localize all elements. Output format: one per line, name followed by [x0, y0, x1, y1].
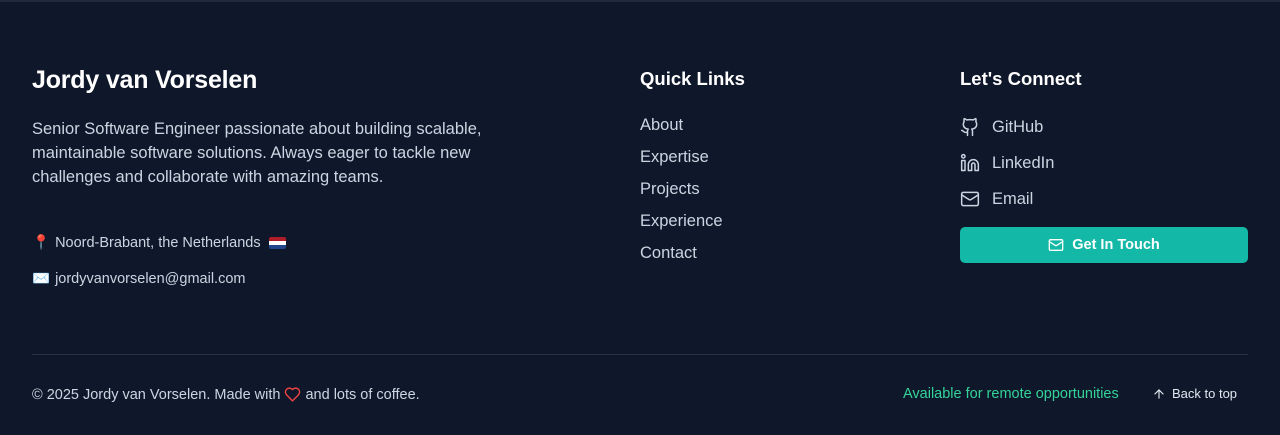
- quick-links-list: About Expertise Projects Experience Cont…: [640, 109, 900, 269]
- top-border: [0, 0, 1280, 2]
- arrow-up-icon: [1154, 388, 1164, 399]
- email-row: ✉️ jordyvanvorselen@gmail.com: [32, 270, 245, 288]
- mail-icon: [960, 191, 980, 207]
- email-link[interactable]: Email: [960, 181, 1248, 217]
- quick-links-section: Quick Links About Expertise Projects Exp…: [640, 68, 900, 269]
- map-pin-icon: 📍: [32, 235, 51, 251]
- connect-section: Let's Connect GitHub LinkedIn Email Get …: [960, 68, 1248, 263]
- github-link[interactable]: GitHub: [960, 109, 1248, 145]
- footer-divider: [32, 354, 1248, 355]
- quick-link-about[interactable]: About: [640, 109, 900, 141]
- get-in-touch-button[interactable]: Get In Touch: [960, 227, 1248, 263]
- mail-icon: [1048, 239, 1064, 251]
- quick-link-expertise[interactable]: Expertise: [640, 141, 900, 173]
- copyright-suffix: and lots of coffee.: [305, 386, 420, 403]
- email-label: Email: [992, 189, 1034, 208]
- brand-section: Jordy van Vorselen Senior Software Engin…: [32, 66, 492, 287]
- heart-icon: [285, 387, 301, 402]
- brand-name: Jordy van Vorselen: [32, 66, 258, 94]
- linkedin-icon: [960, 153, 980, 172]
- netherlands-flag-icon: [268, 236, 286, 249]
- connect-list: GitHub LinkedIn Email: [960, 109, 1248, 217]
- quick-link-projects[interactable]: Projects: [640, 173, 900, 205]
- linkedin-link[interactable]: LinkedIn: [960, 145, 1248, 181]
- availability-status: Available for remote opportunities: [903, 386, 1119, 402]
- linkedin-label: LinkedIn: [992, 153, 1055, 172]
- brand-description: Senior Software Engineer passionate abou…: [32, 120, 482, 186]
- back-to-top-label: Back to top: [1172, 386, 1238, 401]
- copyright-prefix: © 2025 Jordy van Vorselen. Made with: [32, 386, 281, 403]
- envelope-icon: ✉️: [32, 271, 51, 287]
- get-in-touch-label: Get In Touch: [1072, 237, 1160, 253]
- github-label: GitHub: [992, 117, 1044, 136]
- location-row: 📍 Noord-Brabant, the Netherlands: [32, 234, 286, 251]
- location-text: Noord-Brabant, the Netherlands: [55, 234, 261, 251]
- connect-title: Let's Connect: [960, 68, 1082, 89]
- email-text[interactable]: jordyvanvorselen@gmail.com: [55, 271, 245, 287]
- back-to-top-link[interactable]: Back to top: [1152, 386, 1237, 401]
- copyright: © 2025 Jordy van Vorselen. Made with and…: [32, 386, 420, 403]
- quick-link-contact[interactable]: Contact: [640, 237, 900, 269]
- quick-links-title: Quick Links: [640, 68, 745, 89]
- github-icon: [960, 117, 978, 137]
- quick-link-experience[interactable]: Experience: [640, 205, 900, 237]
